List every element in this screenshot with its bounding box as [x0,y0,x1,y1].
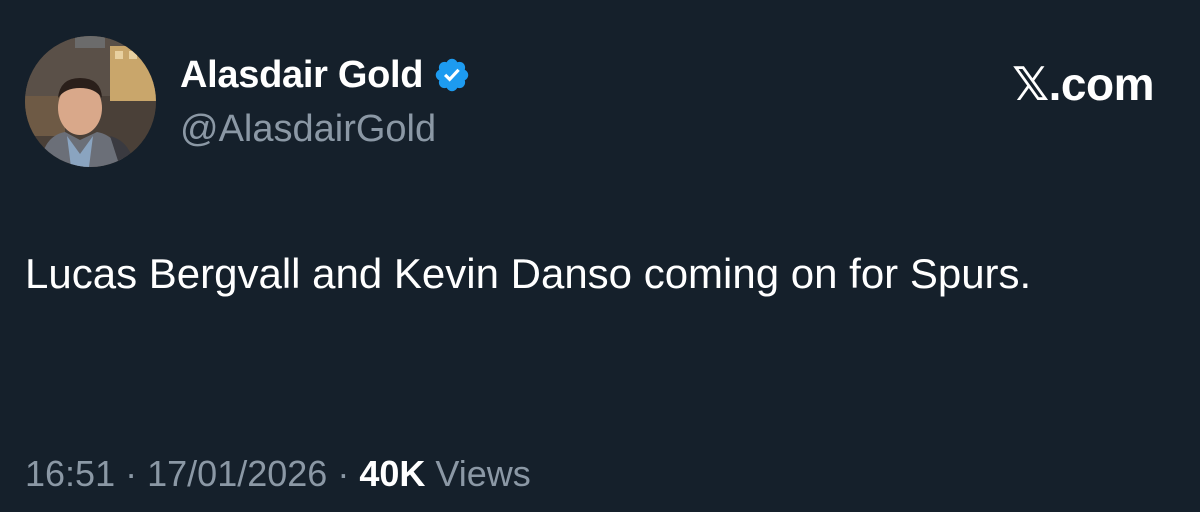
tweet-text: Lucas Bergvall and Kevin Danso coming on… [25,250,1032,297]
tweet-card: Alasdair Gold @AlasdairGold 𝕏.com Lucas … [0,0,1200,512]
avatar[interactable] [25,36,156,167]
tweet-time[interactable]: 16:51 [25,453,115,494]
meta-separator: · [337,453,350,494]
author-name[interactable]: Alasdair Gold [180,52,423,98]
verified-badge-icon [433,56,471,94]
profile-photo-icon [25,36,156,167]
x-logo[interactable]: 𝕏.com [1012,56,1154,112]
author-name-row: Alasdair Gold [180,52,471,98]
meta-separator: · [125,453,138,494]
views-count[interactable]: 40K [359,453,425,494]
tweet-meta: 16:51 · 17/01/2026 · 40K Views [25,448,531,500]
views-label: Views [435,453,531,494]
author-handle[interactable]: @AlasdairGold [180,106,436,152]
tweet-date[interactable]: 17/01/2026 [147,453,327,494]
